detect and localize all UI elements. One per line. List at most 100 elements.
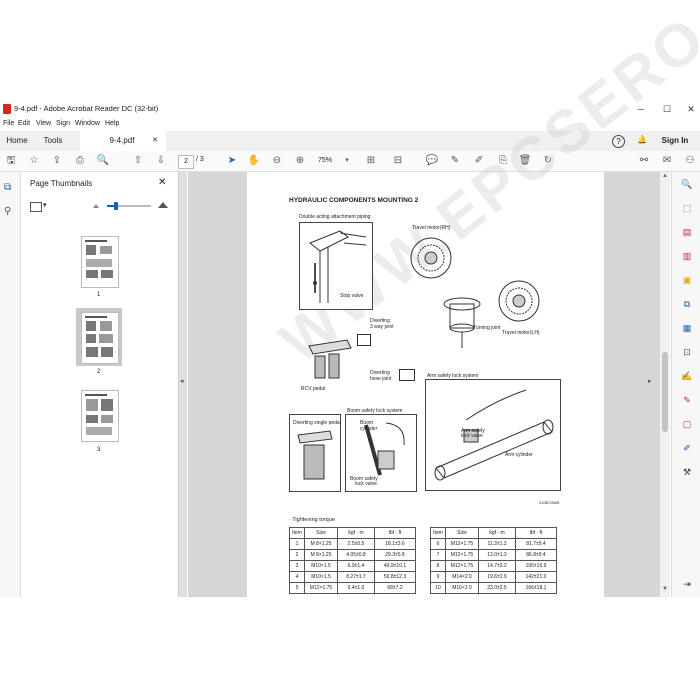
attachments-icon[interactable]: ⚲ <box>4 206 16 218</box>
arm-safety-drawing <box>434 389 554 481</box>
comment-icon[interactable]: 💬 <box>425 154 439 168</box>
edit-pdf-icon[interactable]: ▥ <box>681 250 693 262</box>
table-row: 6 M12×1.75 11.3±1.3 81.7±9.4 <box>430 538 557 550</box>
notification-bell-icon[interactable]: 🔔 <box>637 135 647 146</box>
collapse-tools-icon[interactable]: ⇥ <box>681 578 693 590</box>
save-icon[interactable]: 🖫 <box>4 154 18 168</box>
label-travel-rh: Travel motor(RH) <box>412 225 451 231</box>
table-cell: 68±7.2 <box>374 582 416 594</box>
highlight-pen-icon[interactable]: ✎ <box>448 154 462 168</box>
scroll-mode-icon[interactable]: ⊟ <box>391 154 405 168</box>
share-link-icon[interactable]: ⚯ <box>637 154 651 168</box>
comment-tool-icon[interactable]: ▣ <box>681 274 693 286</box>
scroll-up-icon[interactable]: ▲ <box>662 173 668 179</box>
thumbnail-label-3: 3 <box>97 447 101 453</box>
more-tools-icon[interactable]: ⚒ <box>681 466 693 478</box>
upload-icon[interactable]: ⇪ <box>50 154 64 168</box>
thumbnail-small-icon[interactable] <box>93 204 99 208</box>
label-travel-lh: Travel motor(LH) <box>502 330 540 336</box>
print-icon[interactable]: ⎙ <box>73 154 87 168</box>
table-cell: M12×1.75 <box>304 582 338 594</box>
menu-view[interactable]: View <box>36 120 51 127</box>
thumbnail-page-2[interactable] <box>81 312 119 364</box>
label-boom-safety: Boom safety lock system <box>347 408 403 414</box>
thumbnail-page-3[interactable] <box>81 390 119 442</box>
send-for-signature-icon[interactable]: ✎ <box>681 394 693 406</box>
tab-tools[interactable]: Tools <box>38 131 68 151</box>
page-heading: HYDRAULIC COMPONENTS MOUNTING 2 <box>289 197 419 204</box>
bookmark-star-icon[interactable]: ☆ <box>27 154 41 168</box>
menu-sign[interactable]: Sign <box>56 120 70 127</box>
tab-close-icon[interactable]: ✕ <box>150 131 160 151</box>
expand-right-icon[interactable]: ▸ <box>648 377 652 385</box>
thumbnail-large-icon[interactable] <box>158 202 168 208</box>
thumbnail-page-1[interactable] <box>81 236 119 288</box>
organize-pages-icon[interactable]: ▦ <box>681 322 693 334</box>
table-header-row: Item Size kgf · m lbf · ft <box>430 527 557 539</box>
table-cell: 106±15.9 <box>515 560 557 572</box>
protect-icon[interactable]: ▢ <box>681 418 693 430</box>
slider-handle[interactable] <box>114 202 118 210</box>
combine-files-icon[interactable]: ⧉ <box>681 298 693 310</box>
email-icon[interactable]: ✉ <box>660 154 674 168</box>
label-turning-joint: Turning joint <box>473 325 501 331</box>
prev-page-icon[interactable]: ⇧ <box>131 154 145 168</box>
fit-page-icon[interactable]: ⊞ <box>364 154 378 168</box>
table-row: 9 M14×2.0 19.6±2.9 142±21.0 <box>430 571 557 583</box>
page-number-input[interactable]: 2 <box>178 155 194 169</box>
right-tools-strip: 🔍 ⬚ ▤ ▥ ▣ ⧉ ▦ ⊡ ✍ ✎ ▢ ✐ ⚒ ⇥ <box>671 172 700 597</box>
close-panel-icon[interactable]: ✕ <box>158 177 166 188</box>
close-window-button[interactable]: ✕ <box>684 102 698 116</box>
panel-collapse-handle[interactable]: ◂ <box>179 172 187 597</box>
export-pdf-icon[interactable]: ⬚ <box>681 202 693 214</box>
certificates-icon[interactable]: ✐ <box>681 442 693 454</box>
scroll-down-icon[interactable]: ▼ <box>662 586 668 592</box>
thumbnail-options-icon[interactable] <box>30 202 42 212</box>
zoom-level[interactable]: 75% <box>318 155 342 167</box>
table-cell: 23.0±2.5 <box>478 582 516 594</box>
select-cursor-icon[interactable]: ➤ <box>225 154 239 168</box>
tab-home[interactable]: Home <box>0 131 34 151</box>
table-cell: 59.8±12.3 <box>374 571 416 583</box>
table-cell: 4 <box>289 571 305 583</box>
menu-edit[interactable]: Edit <box>18 120 30 127</box>
travel-motor-lh-drawing <box>498 280 540 322</box>
search-tool-icon[interactable]: 🔍 <box>681 178 693 190</box>
fill-sign-icon[interactable]: ✍ <box>681 370 693 382</box>
vertical-scrollbar[interactable]: ▲ ▼ <box>660 172 670 597</box>
zoom-in-icon[interactable]: ⊕ <box>293 154 307 168</box>
hand-tool-icon[interactable]: ✋ <box>247 154 261 168</box>
next-page-icon[interactable]: ⇩ <box>154 154 168 168</box>
menu-file[interactable]: File <box>3 120 14 127</box>
table-cell: 29.3±5.8 <box>374 549 416 561</box>
table-cell: M10×1.5 <box>304 560 338 572</box>
table-cell: 81.7±9.4 <box>515 538 557 550</box>
zoom-dropdown-icon[interactable]: ▾ <box>340 154 354 168</box>
redact-icon[interactable]: ⊡ <box>681 346 693 358</box>
tab-document[interactable]: 9-4.pdf ✕ <box>80 131 166 151</box>
tab-document-label: 9-4.pdf <box>109 136 135 145</box>
thumbnail-size-slider[interactable] <box>107 202 151 210</box>
table-cell: 86.8±9.4 <box>515 549 557 561</box>
collapse-left-icon[interactable]: ◂ <box>180 377 184 385</box>
label-boom-cylinder-b: cylinder <box>360 426 378 432</box>
menu-window[interactable]: Window <box>75 120 100 127</box>
menu-help[interactable]: Help <box>105 120 119 127</box>
zoom-search-icon[interactable]: 🔍 <box>96 154 110 168</box>
page-thumbnails-icon[interactable]: ⧉ <box>4 182 16 194</box>
travel-motor-rh-drawing <box>410 237 452 279</box>
col-size: Size <box>304 527 338 539</box>
share-user-icon[interactable]: ⚇ <box>683 154 697 168</box>
label-stop-valve: Stop valve <box>340 293 364 299</box>
figure-arm-safety <box>425 379 561 491</box>
document-viewport[interactable]: WWW.EPCSERO.COM HYDRAULIC COMPONENTS MOU… <box>188 0 700 597</box>
options-dropdown-icon[interactable]: ▾ <box>43 201 47 209</box>
zoom-out-icon[interactable]: ⊖ <box>270 154 284 168</box>
maximize-button[interactable]: ☐ <box>660 102 674 116</box>
table-cell: 10 <box>430 582 446 594</box>
scrollbar-thumb[interactable] <box>662 352 668 432</box>
sign-in-button[interactable]: Sign In <box>656 131 694 151</box>
create-pdf-icon[interactable]: ▤ <box>681 226 693 238</box>
table-cell: 14.7±2.2 <box>478 560 516 572</box>
table-cell: M12×1.75 <box>445 560 479 572</box>
